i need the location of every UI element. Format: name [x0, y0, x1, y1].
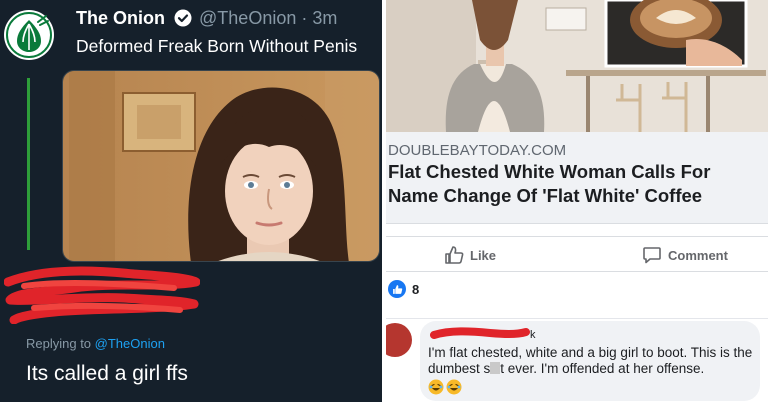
link-preview-info[interactable]: DOUBLEBAYTODAY.COM Flat Chested White Wo… [386, 132, 768, 224]
redacted-commenter-name: k [430, 327, 536, 341]
laughing-emoji-icon [446, 379, 462, 395]
cafe-photo [386, 0, 768, 132]
thread-line [27, 78, 30, 250]
tweet-text: Deformed Freak Born Without Penis [76, 36, 358, 56]
comment-row: k I'm flat chested, white and a big girl… [386, 318, 768, 402]
like-reaction-icon [388, 280, 406, 298]
post-action-bar: Like Comment [386, 236, 768, 272]
reaction-summary[interactable]: 8 [388, 280, 419, 298]
account-name[interactable]: The Onion [76, 8, 165, 28]
woman-portrait-image [63, 71, 379, 261]
replying-to-label: Replying to [26, 336, 92, 351]
like-button[interactable]: Like [444, 243, 496, 267]
comment-emojis [428, 379, 462, 395]
like-label: Like [470, 247, 497, 263]
reply-text: Its called a girl ffs [26, 362, 188, 385]
tweet-timestamp[interactable]: · 3m [301, 8, 337, 28]
commenter-avatar[interactable] [386, 323, 412, 357]
onion-logo-icon [6, 12, 52, 58]
reaction-count: 8 [412, 281, 420, 297]
svg-text:k: k [530, 329, 536, 341]
comment-icon [643, 247, 661, 264]
onion-avatar[interactable] [4, 10, 54, 60]
laughing-emoji-icon [428, 379, 444, 395]
mention-link[interactable]: @TheOnion [95, 336, 165, 351]
redaction-block [490, 362, 501, 374]
redacted-username [4, 266, 200, 324]
tweet-photo[interactable] [62, 70, 380, 262]
replying-to-line: Replying to @TheOnion [26, 336, 165, 351]
comment-text-part2: t ever. I'm offended at her offense. [500, 361, 705, 376]
twitter-panel: The Onion @TheOnion · 3m Deformed Freak … [0, 0, 382, 402]
comment-label: Comment [668, 247, 728, 263]
link-title[interactable]: Flat Chested White Woman Calls For Name … [388, 160, 764, 208]
facebook-panel: DOUBLEBAYTODAY.COM Flat Chested White Wo… [386, 0, 768, 402]
thumbs-up-icon [445, 246, 464, 264]
account-handle[interactable]: @TheOnion [199, 8, 296, 28]
verified-badge-icon [174, 9, 192, 27]
link-domain: DOUBLEBAYTODAY.COM [388, 142, 567, 159]
comment-button[interactable]: Comment [642, 243, 728, 267]
comment-bubble: k I'm flat chested, white and a big girl… [420, 321, 760, 401]
link-preview-image[interactable] [386, 0, 768, 132]
tweet-header: The Onion @TheOnion · 3m [76, 8, 337, 29]
comment-text: I'm flat chested, white and a big girl t… [428, 345, 758, 377]
